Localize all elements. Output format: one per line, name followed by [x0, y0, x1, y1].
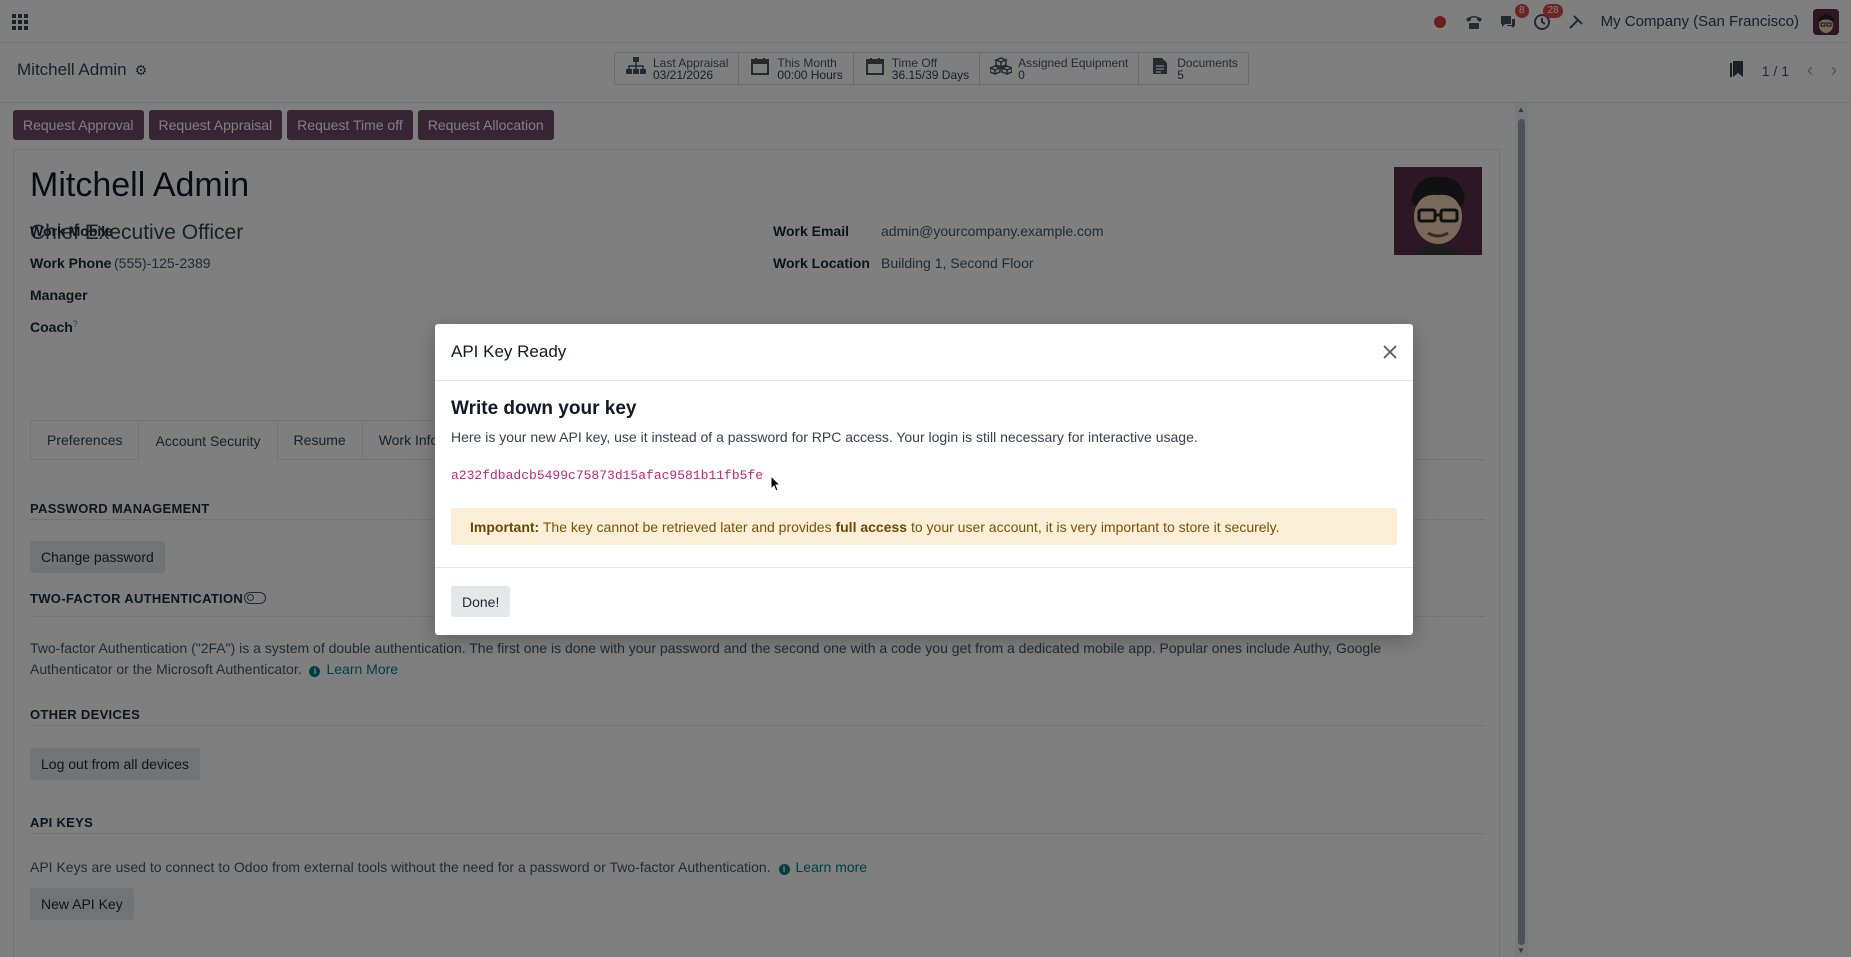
modal-header: API Key Ready — [435, 324, 1413, 381]
done-button[interactable]: Done! — [451, 586, 511, 617]
alert-text-1: The key cannot be retrieved later and pr… — [539, 518, 836, 535]
important-alert: Important: The key cannot be retrieved l… — [451, 508, 1397, 545]
api-key-value[interactable]: a232fdbadcb5499c75873d15afac9581b11fb5fe — [451, 468, 763, 483]
alert-strong: Important: — [470, 518, 540, 535]
alert-text-2: to your user account, it is very importa… — [907, 518, 1280, 535]
modal-heading: Write down your key — [451, 398, 637, 419]
modal-title: API Key Ready — [451, 342, 567, 361]
modal-description: Here is your new API key, use it instead… — [451, 429, 1198, 445]
close-icon[interactable] — [1383, 341, 1397, 363]
api-key-ready-dialog: API Key Ready Write down your key Here i… — [435, 324, 1413, 635]
alert-bold: full access — [835, 518, 908, 535]
